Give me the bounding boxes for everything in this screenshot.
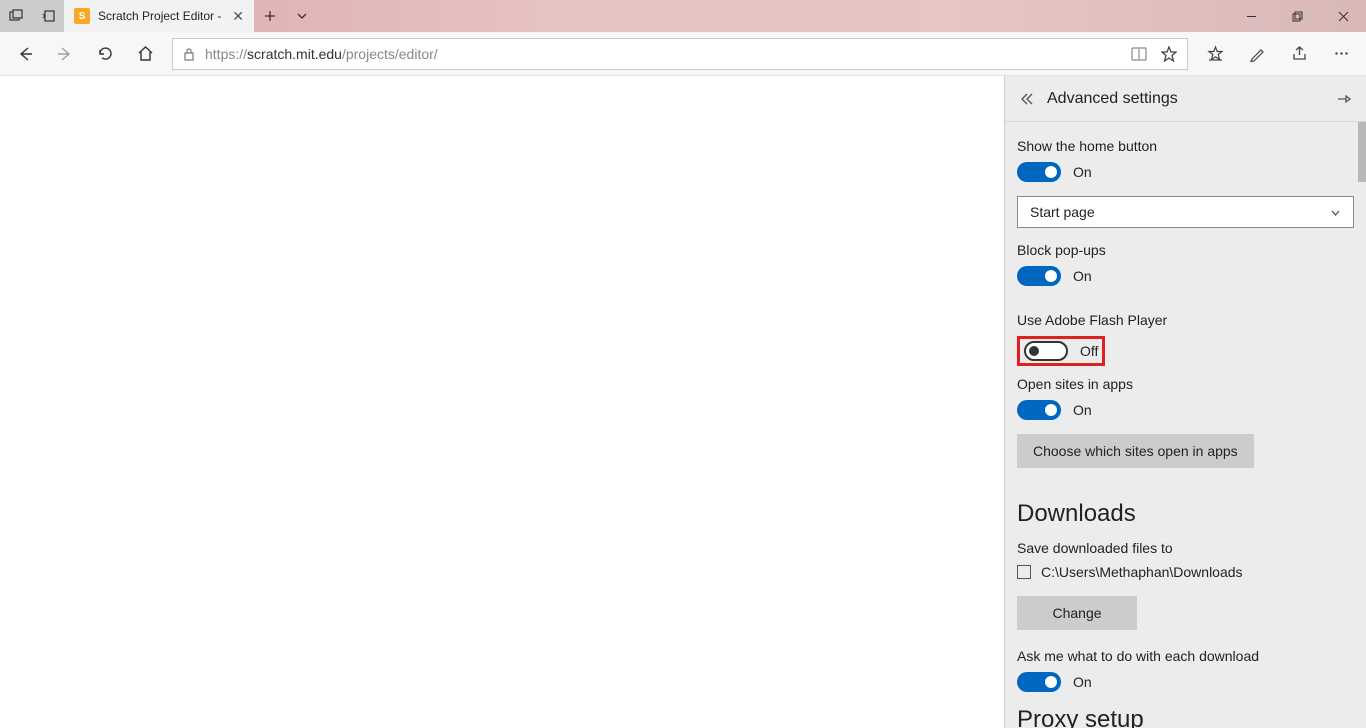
address-bar[interactable]: https://scratch.mit.edu/projects/editor/	[172, 38, 1188, 70]
folder-icon	[1017, 565, 1031, 579]
lock-icon	[183, 47, 195, 61]
share-icon[interactable]	[1280, 35, 1318, 73]
home-page-dropdown[interactable]: Start page	[1017, 196, 1354, 228]
home-button-toggle[interactable]	[1017, 162, 1061, 182]
address-text: https://scratch.mit.edu/projects/editor/	[205, 46, 438, 62]
flash-label: Use Adobe Flash Player	[1017, 312, 1354, 328]
open-sites-toggle-row: On	[1017, 400, 1354, 420]
proxy-heading: Proxy setup	[1017, 706, 1354, 728]
close-window-button[interactable]	[1320, 0, 1366, 32]
panel-header: Advanced settings	[1005, 76, 1366, 122]
pin-icon[interactable]	[1336, 92, 1352, 106]
reading-view-icon[interactable]	[1131, 47, 1147, 61]
panel-back-icon[interactable]	[1019, 92, 1035, 106]
titlebar-drag-region	[318, 0, 1228, 32]
ask-download-toggle[interactable]	[1017, 672, 1061, 692]
refresh-button[interactable]	[86, 35, 124, 73]
download-path-row: C:\Users\Methaphan\Downloads	[1017, 564, 1354, 580]
toolbar-right	[1196, 35, 1360, 73]
flash-state: Off	[1080, 343, 1098, 359]
tab-close-icon[interactable]: ✕	[232, 8, 244, 25]
ask-download-state: On	[1073, 674, 1092, 690]
browser-tab[interactable]: S Scratch Project Editor - ✕	[64, 0, 254, 32]
flash-highlight: Off	[1017, 336, 1105, 366]
panel-title: Advanced settings	[1047, 90, 1336, 108]
home-button-state: On	[1073, 164, 1092, 180]
favorites-hub-icon[interactable]	[1196, 35, 1234, 73]
favorite-star-icon[interactable]	[1161, 46, 1177, 62]
tab-menu-chevron-icon[interactable]	[286, 9, 318, 23]
more-menu-icon[interactable]	[1322, 35, 1360, 73]
downloads-heading: Downloads	[1017, 500, 1354, 528]
set-aside-tabs-icon[interactable]	[32, 0, 64, 32]
minimize-button[interactable]	[1228, 0, 1274, 32]
block-popups-label: Block pop-ups	[1017, 242, 1354, 258]
titlebar-left: S Scratch Project Editor - ✕	[0, 0, 318, 32]
tab-favicon: S	[74, 8, 90, 24]
ask-download-label: Ask me what to do with each download	[1017, 648, 1354, 664]
home-button-label: Show the home button	[1017, 138, 1354, 154]
tab-preview-icon[interactable]	[0, 0, 32, 32]
settings-panel: Advanced settings Show the home button O…	[1004, 76, 1366, 728]
block-popups-toggle-row: On	[1017, 266, 1354, 286]
open-sites-toggle[interactable]	[1017, 400, 1061, 420]
ask-download-toggle-row: On	[1017, 672, 1354, 692]
home-page-dropdown-value: Start page	[1030, 204, 1330, 220]
titlebar: S Scratch Project Editor - ✕	[0, 0, 1366, 32]
maximize-button[interactable]	[1274, 0, 1320, 32]
address-bar-actions	[1131, 46, 1177, 62]
block-popups-toggle[interactable]	[1017, 266, 1061, 286]
choose-sites-button[interactable]: Choose which sites open in apps	[1017, 434, 1254, 468]
back-button[interactable]	[6, 35, 44, 73]
page-content	[0, 76, 1004, 728]
download-path: C:\Users\Methaphan\Downloads	[1041, 564, 1243, 580]
home-button-toggle-row: On	[1017, 162, 1354, 182]
new-tab-button[interactable]	[254, 9, 286, 23]
change-location-button[interactable]: Change	[1017, 596, 1137, 630]
panel-body: Show the home button On Start page Block…	[1005, 122, 1366, 728]
forward-button[interactable]	[46, 35, 84, 73]
tab-actions	[254, 0, 318, 32]
notes-icon[interactable]	[1238, 35, 1276, 73]
home-button[interactable]	[126, 35, 164, 73]
open-sites-label: Open sites in apps	[1017, 376, 1354, 392]
flash-toggle[interactable]	[1024, 341, 1068, 361]
save-location-label: Save downloaded files to	[1017, 540, 1354, 556]
toolbar: https://scratch.mit.edu/projects/editor/	[0, 32, 1366, 76]
window-controls	[1228, 0, 1366, 32]
tab-title: Scratch Project Editor -	[98, 9, 224, 23]
open-sites-state: On	[1073, 402, 1092, 418]
main-area: Advanced settings Show the home button O…	[0, 76, 1366, 728]
block-popups-state: On	[1073, 268, 1092, 284]
chevron-down-icon	[1330, 207, 1341, 218]
